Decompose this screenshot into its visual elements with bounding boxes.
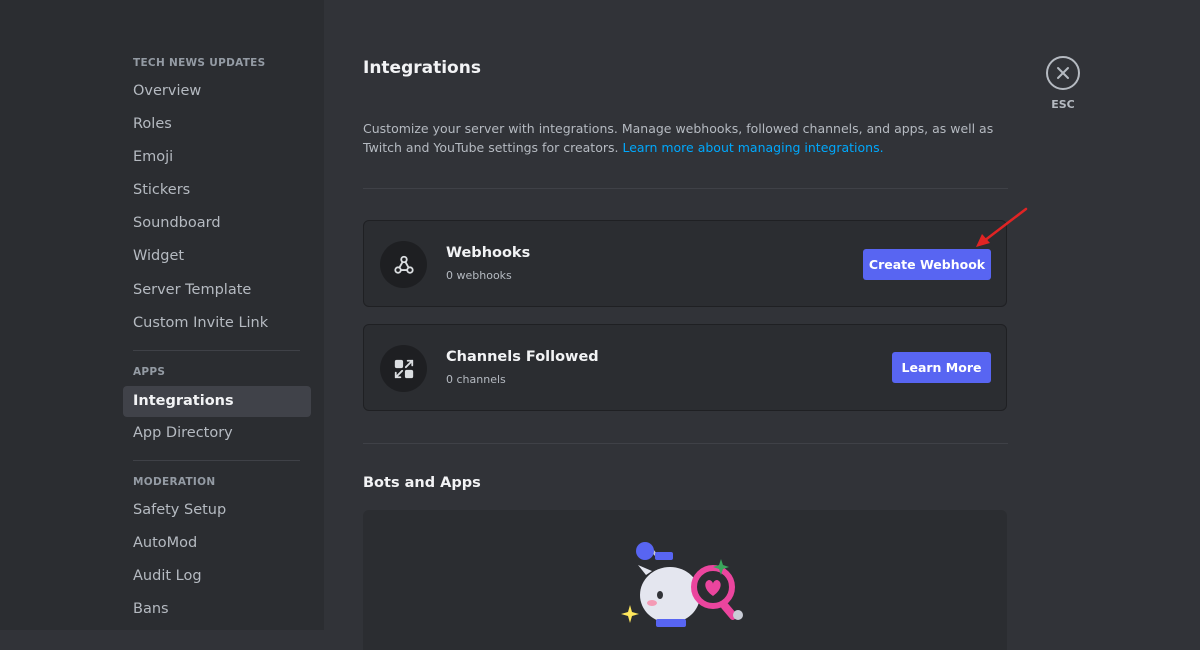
sidebar-item-widget[interactable]: Widget: [123, 241, 311, 272]
sidebar-divider: [133, 460, 300, 461]
sidebar-item-safety-setup[interactable]: Safety Setup: [123, 495, 311, 526]
webhook-icon: [380, 241, 427, 288]
sidebar-item-app-directory[interactable]: App Directory: [123, 418, 311, 449]
section-divider: [363, 443, 1008, 444]
channels-followed-count: 0 channels: [446, 373, 506, 386]
sidebar-divider: [133, 350, 300, 351]
webhooks-card: Webhooks 0 webhooks Create Webhook: [363, 220, 1007, 307]
close-icon: [1057, 67, 1069, 79]
sidebar-item-audit-log[interactable]: Audit Log: [123, 561, 311, 592]
learn-more-integrations-link[interactable]: Learn more about managing integrations.: [622, 140, 883, 155]
sidebar-item-stickers[interactable]: Stickers: [123, 175, 311, 206]
section-divider: [363, 188, 1008, 189]
annotation-arrow: [976, 207, 1028, 247]
sidebar-item-overview[interactable]: Overview: [123, 76, 311, 107]
sidebar-section-server: TECH NEWS UPDATES: [133, 57, 266, 69]
bots-and-apps-panel: [363, 510, 1007, 650]
sidebar-section-apps: APPS: [133, 366, 166, 378]
create-webhook-button[interactable]: Create Webhook: [863, 249, 991, 280]
settings-sidebar: TECH NEWS UPDATES Overview Roles Emoji S…: [0, 0, 324, 630]
sidebar-item-automod[interactable]: AutoMod: [123, 528, 311, 559]
channels-followed-title: Channels Followed: [446, 349, 599, 365]
learn-more-button[interactable]: Learn More: [892, 352, 991, 383]
bots-and-apps-title: Bots and Apps: [363, 475, 481, 491]
sidebar-item-emoji[interactable]: Emoji: [123, 142, 311, 173]
sidebar-item-bans[interactable]: Bans: [123, 594, 311, 625]
sidebar-item-server-template[interactable]: Server Template: [123, 275, 311, 306]
integrations-content: Integrations Customize your server with …: [363, 0, 1008, 650]
webhooks-title: Webhooks: [446, 245, 531, 261]
page-description: Customize your server with integrations.…: [363, 119, 1008, 157]
page-title: Integrations: [363, 58, 481, 78]
sidebar-item-integrations[interactable]: Integrations: [123, 386, 311, 417]
close-button[interactable]: [1046, 56, 1080, 90]
robot-mascot-illustration: [621, 542, 743, 627]
sidebar-item-custom-invite-link[interactable]: Custom Invite Link: [123, 308, 311, 339]
sidebar-item-roles[interactable]: Roles: [123, 109, 311, 140]
channels-followed-card: Channels Followed 0 channels Learn More: [363, 324, 1007, 411]
esc-label: ESC: [1051, 98, 1075, 111]
channels-followed-icon: [380, 345, 427, 392]
sidebar-item-soundboard[interactable]: Soundboard: [123, 208, 311, 239]
sidebar-section-moderation: MODERATION: [133, 476, 216, 488]
webhooks-count: 0 webhooks: [446, 269, 512, 282]
